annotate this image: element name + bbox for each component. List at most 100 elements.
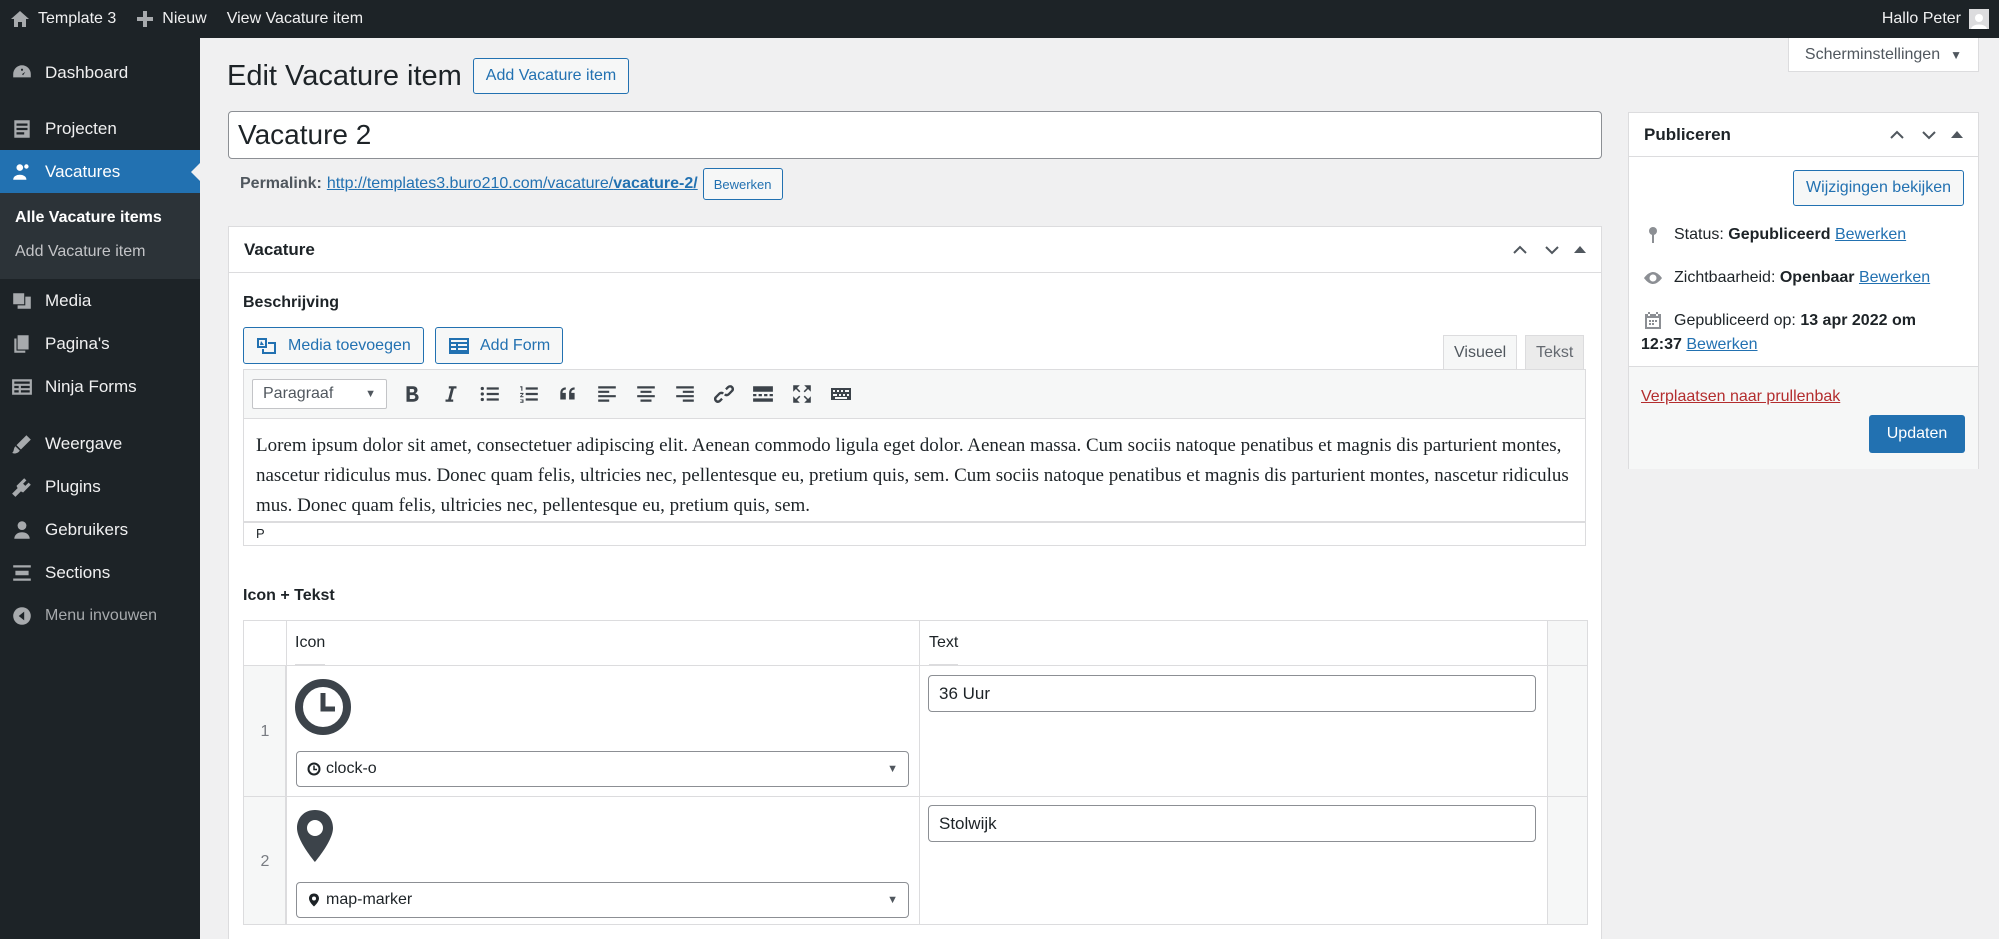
editor-toolbar: Paragraaf ▼ <box>243 369 1586 419</box>
tab-visual[interactable]: Visueel <box>1443 335 1518 369</box>
icon-select[interactable]: clock-o ▼ <box>296 751 909 787</box>
column-divider <box>286 621 287 924</box>
bold-icon[interactable] <box>398 380 426 408</box>
row-number: 2 <box>260 853 270 870</box>
submenu-item-add-vacature[interactable]: Add Vacature item <box>0 235 200 269</box>
published-label: Gepubliceerd op: <box>1674 312 1796 329</box>
preview-changes-button[interactable]: Wijzigingen bekijken <box>1793 170 1964 206</box>
add-vacature-button[interactable]: Add Vacature item <box>472 58 630 94</box>
date-edit-link[interactable]: Bewerken <box>1686 336 1757 353</box>
chevron-down-icon[interactable] <box>1919 125 1939 145</box>
fullscreen-icon[interactable] <box>788 380 816 408</box>
home-icon <box>11 11 29 27</box>
add-media-button[interactable]: Media toevoegen <box>243 327 424 364</box>
tab-text[interactable]: Tekst <box>1525 335 1585 369</box>
collapse-menu-button[interactable]: Menu invouwen <box>0 594 200 637</box>
sidebar-item-label: Ninja Forms <box>45 376 137 396</box>
publish-actions: Verplaatsen naar prullenbak Updaten <box>1629 366 1978 469</box>
clock-icon <box>295 679 351 735</box>
forms-icon <box>12 378 32 395</box>
sidebar-item-plugins[interactable]: Plugins <box>0 465 200 508</box>
site-name-link[interactable]: Template 3 <box>0 0 126 38</box>
toggle-panel-icon[interactable] <box>1574 246 1586 253</box>
collapse-icon <box>13 606 31 625</box>
sidebar-item-label: Gebruikers <box>45 519 129 539</box>
permalink-link[interactable]: http://templates3.buro210.com/vacature/v… <box>327 175 698 193</box>
column-divider <box>919 621 920 924</box>
bullet-list-icon[interactable] <box>476 380 504 408</box>
plus-icon <box>137 11 154 27</box>
caret-down-icon: ▼ <box>1950 47 1962 62</box>
align-right-icon[interactable] <box>671 380 699 408</box>
calendar-icon <box>1645 312 1661 329</box>
read-more-icon[interactable] <box>749 380 777 408</box>
view-item-link[interactable]: View Vacature item <box>217 0 373 38</box>
keyboard-icon[interactable] <box>827 380 855 408</box>
sidebar-item-weergave[interactable]: Weergave <box>0 422 200 465</box>
sidebar-item-ninja-forms[interactable]: Ninja Forms <box>0 365 200 408</box>
post-title-input[interactable]: Vacature 2 <box>228 111 1602 159</box>
icon-select-value: clock-o <box>326 760 377 777</box>
caret-down-icon: ▼ <box>887 763 898 775</box>
sidebar-item-paginas[interactable]: Pagina's <box>0 322 200 365</box>
post-title-value: Vacature 2 <box>238 119 372 150</box>
repeater-label: Icon + Tekst <box>243 587 335 604</box>
media-icon <box>13 292 31 309</box>
italic-icon[interactable] <box>437 380 465 408</box>
add-form-label: Add Form <box>480 336 551 354</box>
add-form-button[interactable]: Add Form <box>435 327 564 364</box>
icon-select-value: map-marker <box>326 891 413 908</box>
status-label: Status: <box>1674 226 1724 243</box>
visibility-value: Openbaar <box>1779 269 1855 286</box>
admin-bar: Template 3 Nieuw View Vacature item Hall… <box>0 0 1999 38</box>
chevron-up-icon[interactable] <box>1510 240 1530 260</box>
post-icon <box>14 119 30 138</box>
sidebar-item-projecten[interactable]: Projecten <box>0 107 200 150</box>
new-content-link[interactable]: Nieuw <box>126 0 216 38</box>
permalink-edit-button[interactable]: Bewerken <box>702 168 783 200</box>
status-value: Gepubliceerd <box>1728 226 1831 243</box>
dashboard-icon <box>13 64 31 77</box>
text-input[interactable]: 36 Uur <box>928 675 1536 712</box>
link-icon[interactable] <box>710 380 738 408</box>
metabox-title: Publiceren <box>1644 124 1731 144</box>
sidebar-item-sections[interactable]: Sections <box>0 551 200 594</box>
move-to-trash-link[interactable]: Verplaatsen naar prullenbak <box>1641 388 1840 406</box>
sidebar-item-media[interactable]: Media <box>0 279 200 322</box>
toggle-panel-icon[interactable] <box>1951 131 1963 138</box>
account-menu[interactable]: Hallo Peter <box>1882 9 1999 29</box>
numbered-list-icon[interactable] <box>515 380 543 408</box>
chevron-down-icon[interactable] <box>1542 240 1562 260</box>
published-date-row: Gepubliceerd op: 13 apr 2022 om <box>1643 309 1973 333</box>
text-input[interactable]: Stolwijk <box>928 805 1536 842</box>
published-date-text: Gepubliceerd op: 13 apr 2022 om <box>1674 309 1916 333</box>
greeting: Hallo Peter <box>1881 10 1961 27</box>
row-actions-column <box>1547 621 1587 924</box>
screen-options-toggle[interactable]: Scherminstellingen ▼ <box>1787 38 1979 72</box>
icon-select[interactable]: map-marker ▼ <box>296 882 909 918</box>
update-button[interactable]: Updaten <box>1869 415 1965 453</box>
chevron-up-icon[interactable] <box>1887 125 1907 145</box>
format-select[interactable]: Paragraaf ▼ <box>252 379 387 409</box>
add-media-label: Media toevoegen <box>288 336 411 354</box>
visibility-edit-link[interactable]: Bewerken <box>1859 269 1930 286</box>
sidebar-item-label: Media <box>45 290 92 310</box>
editor-content[interactable]: Lorem ipsum dolor sit amet, consectetuer… <box>243 419 1586 522</box>
user-icon <box>14 520 30 539</box>
sidebar-item-dashboard[interactable]: Dashboard <box>0 51 200 94</box>
sidebar-item-gebruikers[interactable]: Gebruikers <box>0 508 200 551</box>
align-center-icon[interactable] <box>632 380 660 408</box>
metabox-header: Vacature <box>229 227 1601 273</box>
visibility-label: Zichtbaarheid: <box>1674 269 1776 286</box>
sidebar-item-vacatures[interactable]: Vacatures <box>0 150 200 193</box>
status-edit-link[interactable]: Bewerken <box>1835 226 1906 243</box>
blockquote-icon[interactable] <box>554 380 582 408</box>
collapse-label: Menu invouwen <box>45 606 158 624</box>
sidebar-item-label: Vacatures <box>45 161 121 181</box>
align-left-icon[interactable] <box>593 380 621 408</box>
page-title: Edit Vacature item <box>227 59 462 92</box>
sections-icon <box>13 564 31 581</box>
add-media-icon <box>257 337 276 354</box>
submenu-item-all-vacatures[interactable]: Alle Vacature items <box>0 201 200 235</box>
avatar-icon <box>1971 14 1987 29</box>
